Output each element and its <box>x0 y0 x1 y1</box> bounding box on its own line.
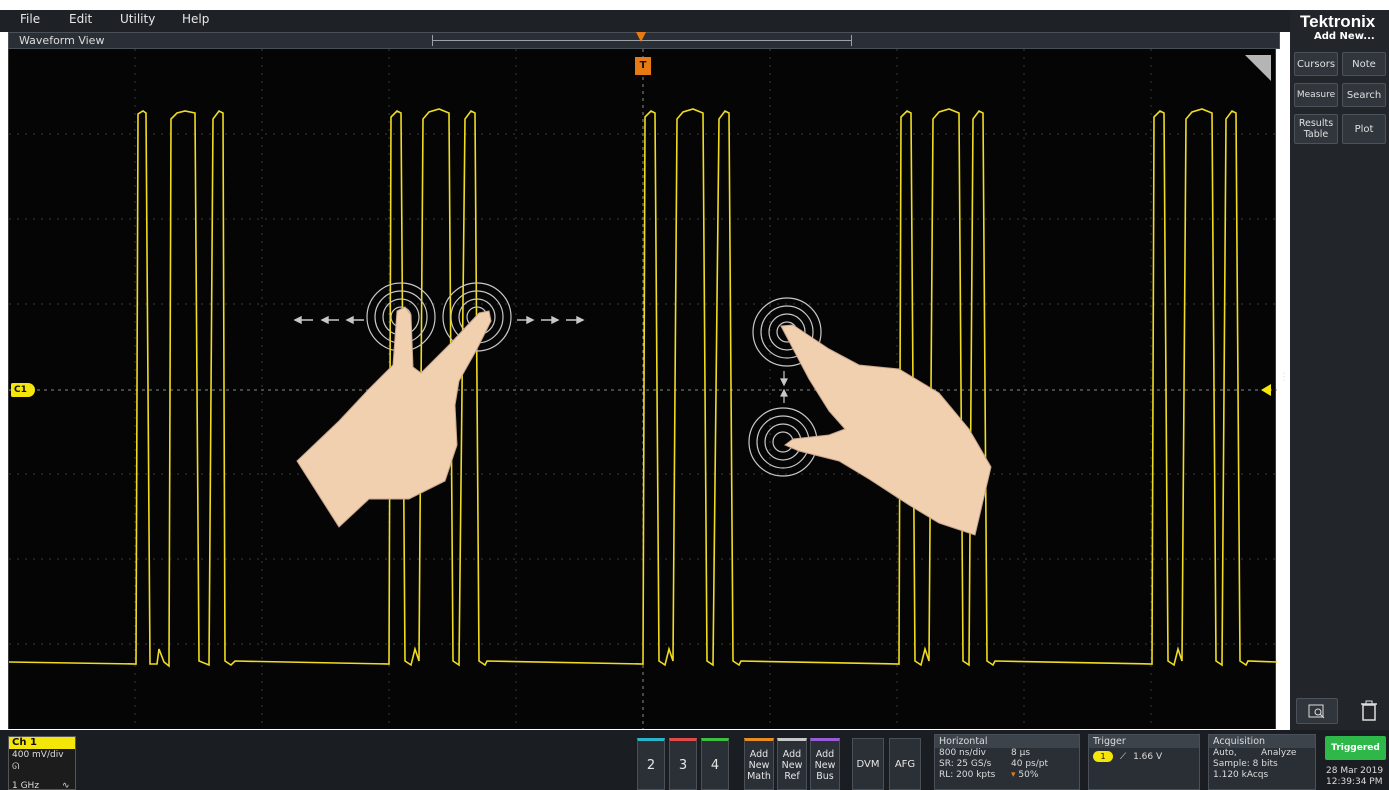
acquisition-mode: Auto, <box>1213 748 1237 758</box>
add-math-l3: Math <box>747 770 771 782</box>
afg-button[interactable]: AFG <box>889 738 921 790</box>
add-ref-l3: Ref <box>784 770 800 782</box>
horizontal-duration: 8 µs <box>1011 748 1031 758</box>
ch1-offset-marker[interactable]: C1 <box>11 383 35 397</box>
acquisition-analyze: Analyze <box>1261 748 1297 758</box>
pinch-gesture <box>748 297 992 536</box>
sample-rate: SR: 25 GS/s <box>939 759 992 769</box>
add-bus-l3: Bus <box>816 770 834 782</box>
trigger-top-arrow-icon <box>636 32 646 42</box>
acquisition-title: Acquisition <box>1209 735 1315 748</box>
date-display: 28 Mar 2019 <box>1326 766 1384 776</box>
menu-utility[interactable]: Utility <box>120 12 155 26</box>
ch1-bandwidth: 1 GHz <box>12 781 40 790</box>
note-button[interactable]: Note <box>1342 52 1386 76</box>
ch1-coupling-icon: ᘏ <box>12 762 20 772</box>
add-math-l1: Add <box>749 748 769 760</box>
cursors-button[interactable]: Cursors <box>1294 52 1338 76</box>
add-bus-l2: New <box>814 759 836 771</box>
trigger-source: 1 <box>1093 751 1113 762</box>
plot-button[interactable]: Plot <box>1342 114 1386 144</box>
menu-edit[interactable]: Edit <box>69 12 92 26</box>
ch1-scale: 400 mV/div <box>12 750 64 760</box>
rising-edge-icon: ⟋ <box>1119 752 1127 762</box>
add-new-label: Add New... <box>1314 31 1375 42</box>
channel-4-button[interactable]: 4 <box>701 738 729 790</box>
add-math-l2: New <box>748 759 770 771</box>
waveform-view-title: Waveform View <box>19 34 105 47</box>
time-display: 12:39:34 PM <box>1326 777 1383 787</box>
add-bus-l1: Add <box>815 748 835 760</box>
menu-help[interactable]: Help <box>182 12 209 26</box>
zoom-search-icon[interactable] <box>1296 698 1338 724</box>
brand-logo: Tektronix <box>1300 12 1376 31</box>
trigger-position-marker[interactable]: T <box>635 57 651 75</box>
zoom-corner-icon[interactable] <box>1245 55 1271 81</box>
measure-button[interactable]: Measure <box>1294 83 1338 107</box>
menu-bar: File Edit Utility Help <box>0 10 1389 32</box>
trash-icon[interactable] <box>1360 700 1378 722</box>
ch1-label: Ch 1 <box>9 737 75 749</box>
add-ref-l2: New <box>781 759 803 771</box>
trigger-level-marker[interactable] <box>1261 384 1271 396</box>
spread-gesture <box>293 282 585 528</box>
horizontal-title: Horizontal <box>935 735 1079 748</box>
dvm-button[interactable]: DVM <box>852 738 884 790</box>
results-table-button[interactable]: Results Table <box>1294 114 1338 144</box>
horizontal-scale: 800 ns/div <box>939 748 987 758</box>
ch1-badge[interactable]: Ch 1 400 mV/div ᘏ 1 GHz ∿ <box>8 736 76 790</box>
trigger-level: 1.66 V <box>1133 752 1163 762</box>
waveform-graticule <box>8 49 1278 729</box>
acquisition-count: 1.120 kAcqs <box>1213 770 1269 780</box>
acquisition-panel[interactable]: Acquisition Auto, Analyze Sample: 8 bits … <box>1208 734 1316 790</box>
trigger-panel[interactable]: Trigger 1 ⟋ 1.66 V <box>1088 734 1200 790</box>
add-new-bus-button[interactable]: Add New Bus <box>810 738 840 790</box>
trigger-title: Trigger <box>1089 735 1199 748</box>
triggered-status-badge: Triggered <box>1325 736 1386 760</box>
channel-2-button[interactable]: 2 <box>637 738 665 790</box>
bandwidth-limit-icon: ∿ <box>62 781 70 790</box>
right-panel: Tektronix Add New... Cursors Note Measur… <box>1290 10 1389 730</box>
channel-3-button[interactable]: 3 <box>669 738 697 790</box>
search-button[interactable]: Search <box>1342 83 1386 107</box>
acquisition-sample: Sample: 8 bits <box>1213 759 1278 769</box>
drag-handle-icon[interactable]: ⋮ <box>1279 373 1289 395</box>
waveform-display[interactable]: C1 T <box>8 49 1278 729</box>
add-ref-l1: Add <box>782 748 802 760</box>
position-icon: ▾ <box>1011 770 1016 780</box>
add-new-math-button[interactable]: Add New Math <box>744 738 774 790</box>
horizontal-position: 50% <box>1018 770 1039 780</box>
menu-file[interactable]: File <box>20 12 40 26</box>
horizontal-panel[interactable]: Horizontal 800 ns/div 8 µs SR: 25 GS/s 40 … <box>934 734 1080 790</box>
record-length: RL: 200 kpts <box>939 770 996 780</box>
add-new-ref-button[interactable]: Add New Ref <box>777 738 807 790</box>
time-resolution: 40 ps/pt <box>1011 759 1048 769</box>
